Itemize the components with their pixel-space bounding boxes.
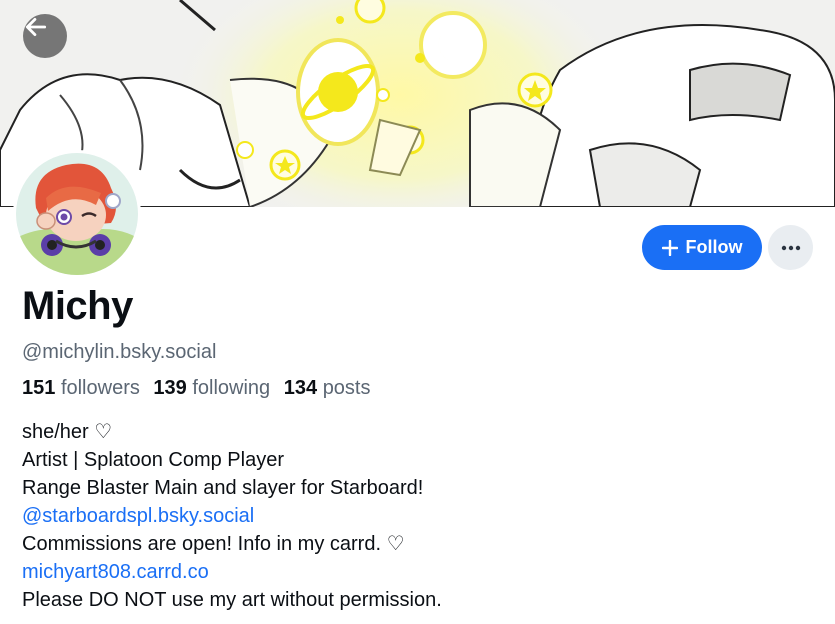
bio-mention-link[interactable]: @starboardspl.bsky.social xyxy=(22,502,442,530)
following-stat[interactable]: 139 following xyxy=(153,377,270,399)
more-options-button[interactable] xyxy=(768,225,813,270)
posts-label: posts xyxy=(322,377,371,399)
plus-icon xyxy=(661,239,678,256)
following-count: 139 xyxy=(153,377,187,399)
back-button[interactable] xyxy=(23,14,67,58)
bio-commissions-line: Commissions are open! Info in my carrd. … xyxy=(22,533,405,555)
profile-handle: @michylin.bsky.social xyxy=(22,341,217,363)
following-label: following xyxy=(192,377,271,399)
avatar-image xyxy=(16,153,138,275)
arrow-left-icon xyxy=(25,18,47,36)
avatar[interactable] xyxy=(13,150,141,278)
profile-bio: she/her ♡ Artist | Splatoon Comp Player … xyxy=(22,418,442,614)
bio-range-blaster-line: Range Blaster Main and slayer for Starbo… xyxy=(22,477,424,499)
posts-stat: 134 posts xyxy=(284,377,371,399)
follow-button-label: Follow xyxy=(685,237,743,257)
bio-carrd-link[interactable]: michyart808.carrd.co xyxy=(22,558,442,586)
bio-pronouns: she/her ♡ xyxy=(22,421,113,443)
follow-button[interactable]: Follow xyxy=(642,225,762,270)
followers-stat[interactable]: 151 followers xyxy=(22,377,140,399)
display-name: Michy xyxy=(22,284,133,328)
followers-label: followers xyxy=(60,377,140,399)
followers-count: 151 xyxy=(22,377,56,399)
bio-permission-line: Please DO NOT use my art without permiss… xyxy=(22,589,442,611)
ellipsis-icon xyxy=(781,245,800,250)
bio-artist-line: Artist | Splatoon Comp Player xyxy=(22,449,284,471)
profile-stats: 151 followers 139 following 134 posts xyxy=(22,377,379,400)
posts-count: 134 xyxy=(283,377,318,399)
